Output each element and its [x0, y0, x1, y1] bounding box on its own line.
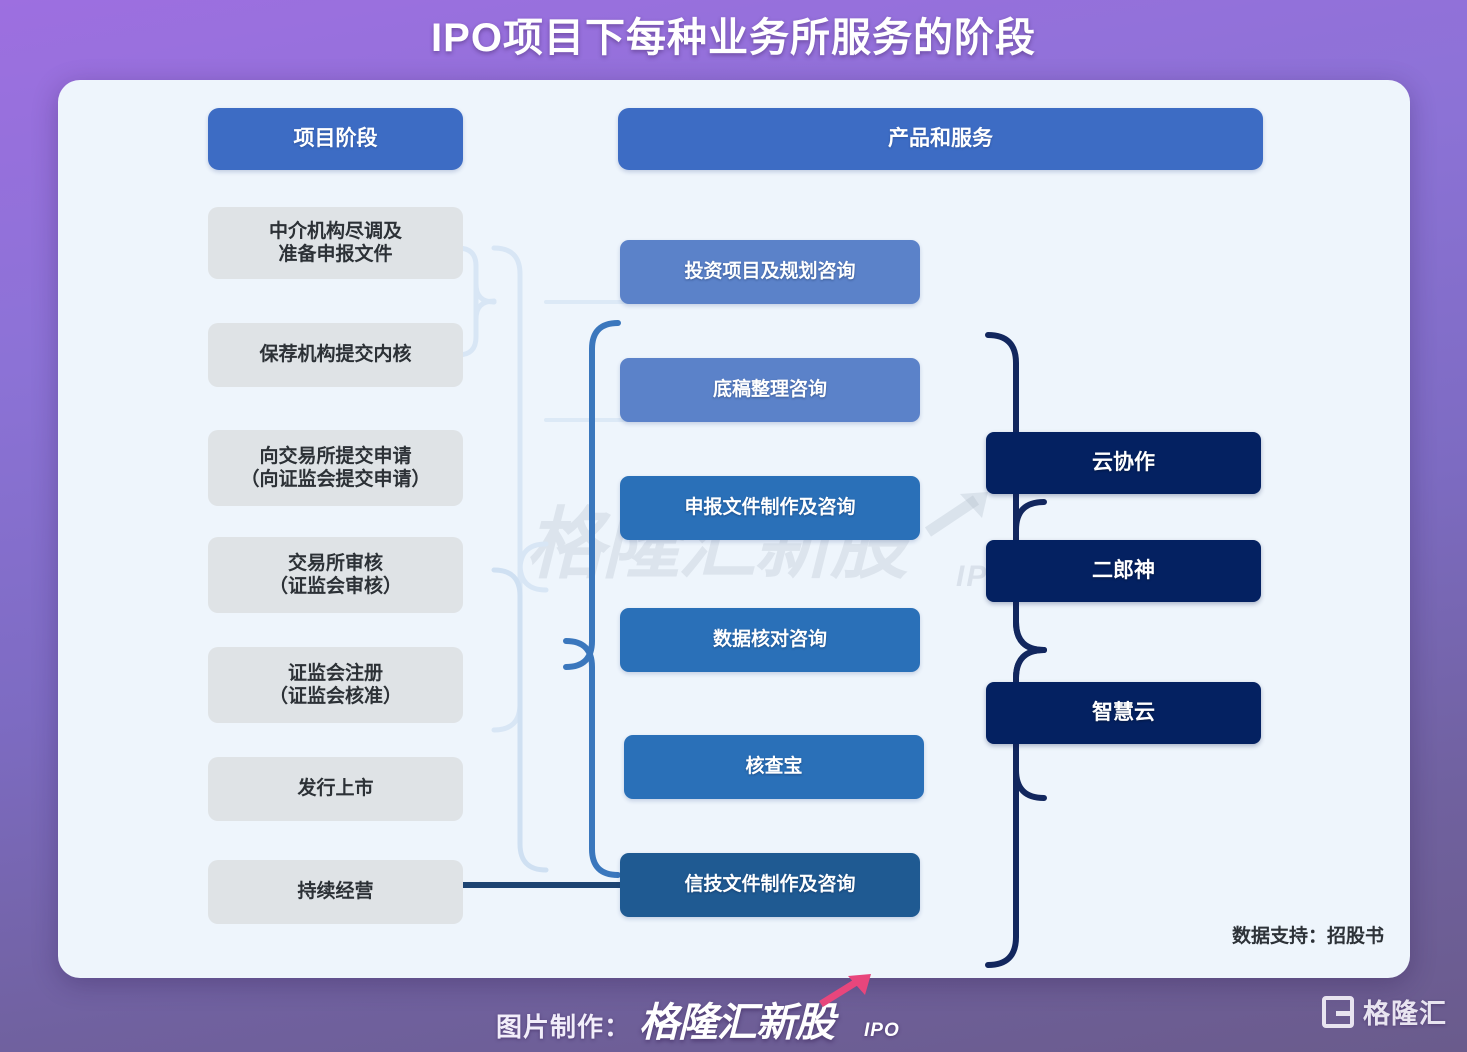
diagram-card: 格隆汇新股 IPO 项目阶段 中介机构尽调及 准备申报文件 保荐机构提交内核 向…	[58, 80, 1410, 978]
watermark-arrow-icon	[924, 492, 988, 537]
credit-arrow-icon	[819, 974, 872, 1007]
credit-block: 图片制作： 格隆汇新股 IPO	[496, 974, 900, 1048]
service-item[interactable]: 信技文件制作及咨询	[620, 853, 920, 917]
brandmark: 格隆汇	[1322, 992, 1447, 1031]
stage-item[interactable]: 发行上市	[208, 757, 463, 821]
g-logo-icon	[1322, 995, 1354, 1028]
stage-item[interactable]: 中介机构尽调及 准备申报文件	[208, 207, 463, 279]
service-item[interactable]: 申报文件制作及咨询	[620, 476, 920, 540]
stage-item[interactable]: 交易所审核 （证监会审核）	[208, 537, 463, 613]
credit-label: 图片制作：	[496, 1012, 632, 1042]
source-note: 数据支持：招股书	[1231, 926, 1384, 947]
stage-item[interactable]: 持续经营	[208, 860, 463, 924]
brandmark-text: 格隆汇	[1363, 999, 1447, 1029]
service-item[interactable]: 底稿整理咨询	[620, 358, 920, 422]
column-header-products: 产品和服务	[618, 108, 1263, 170]
credit-brand: 格隆汇新股	[639, 974, 872, 1048]
stage-item[interactable]: 向交易所提交申请 （向证监会提交申请）	[208, 430, 463, 506]
page-title: IPO项目下每种业务所服务的阶段	[431, 16, 1036, 60]
credit-ipo-label: IPO	[864, 1020, 900, 1041]
footer: 图片制作： 格隆汇新股 IPO 格隆汇	[0, 974, 1467, 1052]
service-item[interactable]: 数据核对咨询	[620, 608, 920, 672]
product-item[interactable]: 云协作	[986, 432, 1261, 494]
stage-item[interactable]: 保荐机构提交内核	[208, 323, 463, 387]
column-header-stages: 项目阶段	[208, 108, 463, 170]
service-item[interactable]: 投资项目及规划咨询	[620, 240, 920, 304]
product-item[interactable]: 智慧云	[986, 682, 1261, 744]
product-item[interactable]: 二郎神	[986, 540, 1261, 602]
stage-item[interactable]: 证监会注册 （证监会核准）	[208, 647, 463, 723]
service-item[interactable]: 核查宝	[624, 735, 924, 799]
